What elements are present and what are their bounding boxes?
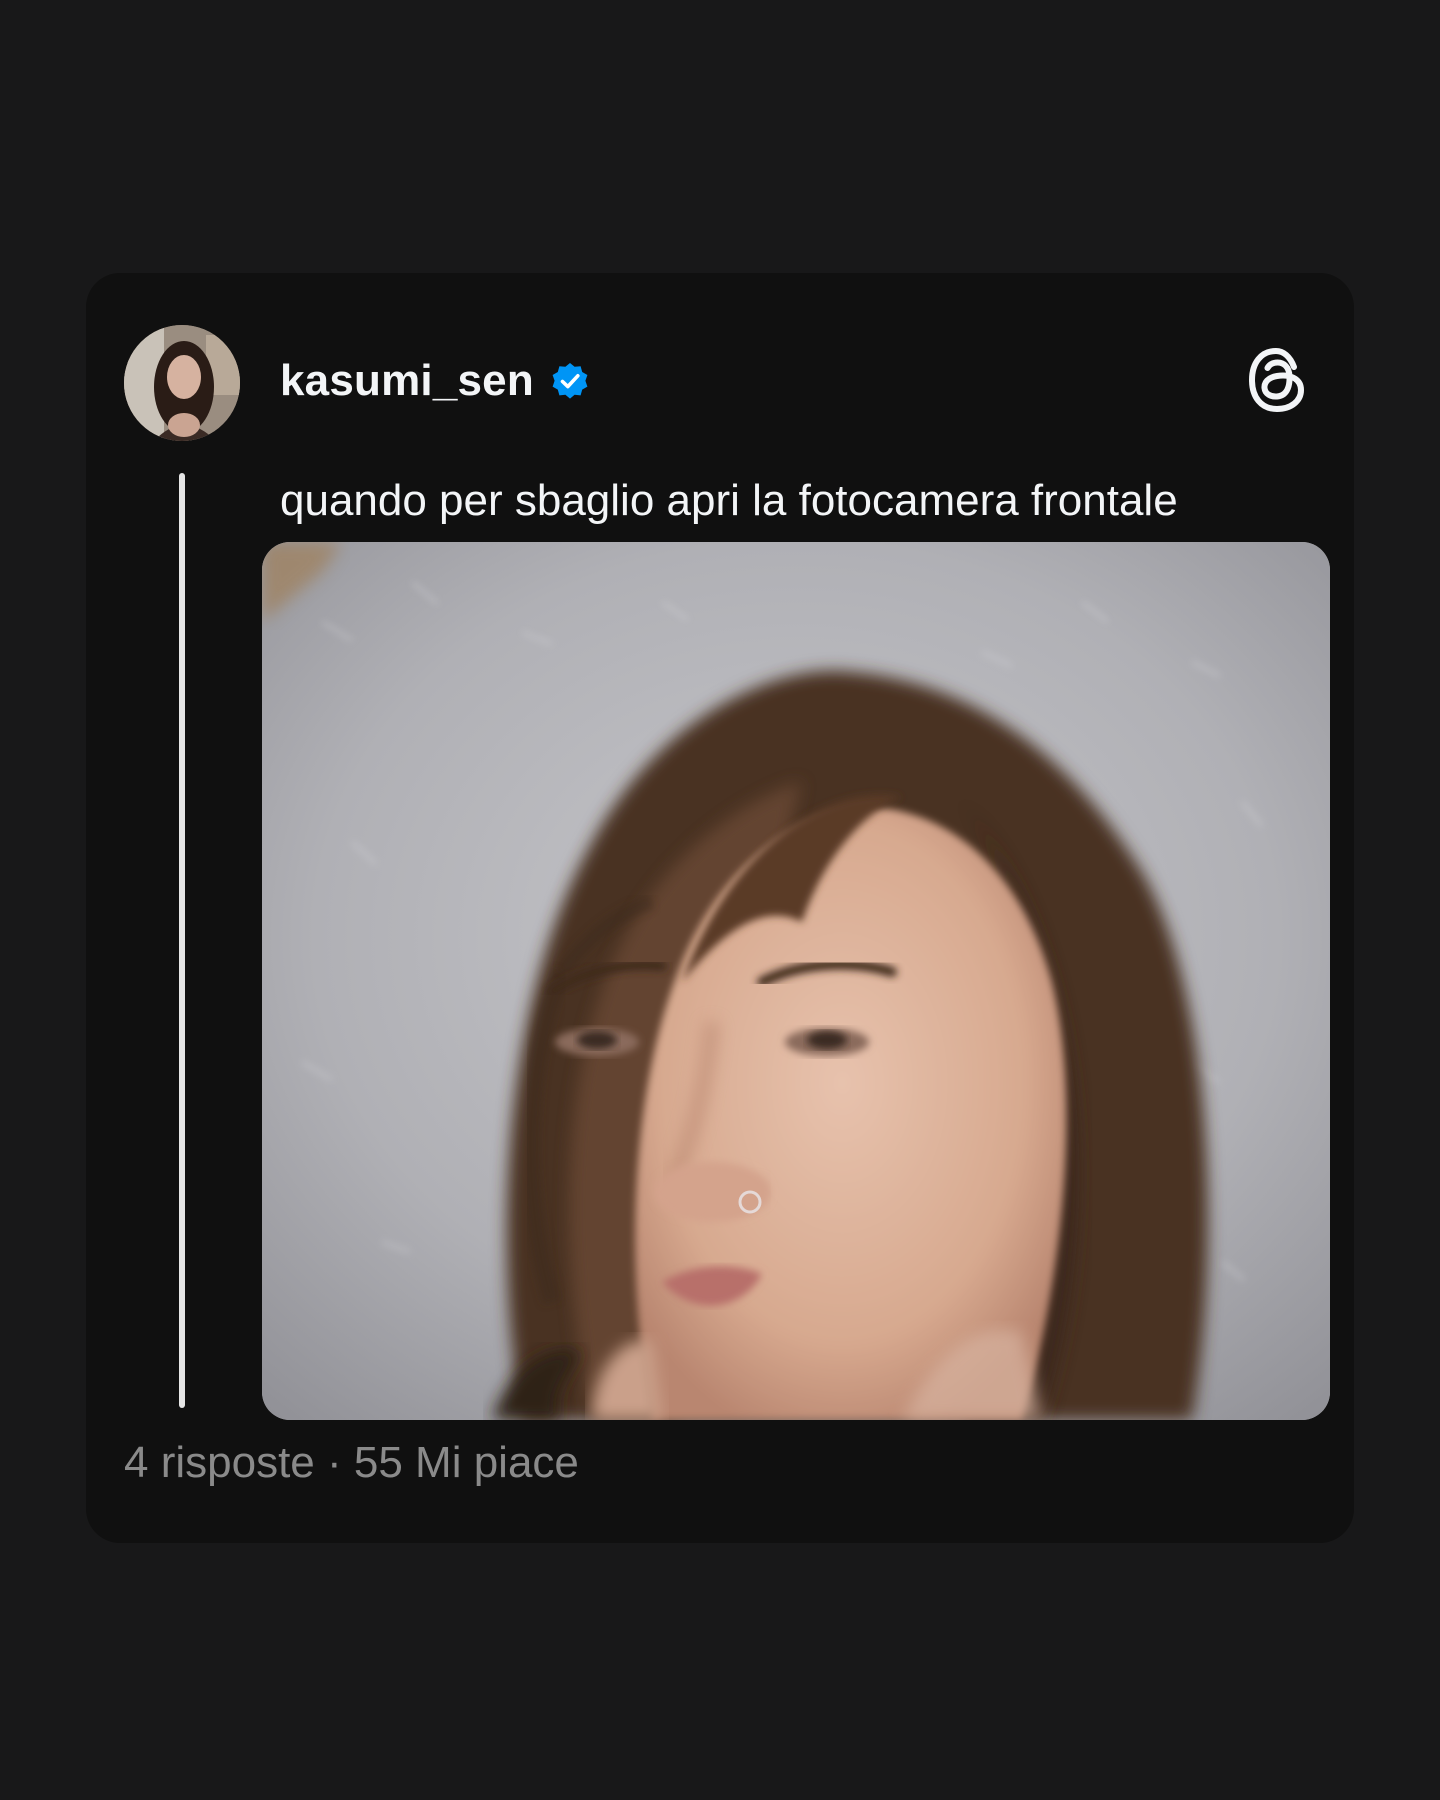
post-text: quando per sbaglio apri la fotocamera fr… <box>280 476 1178 525</box>
replies-count[interactable]: 4 risposte <box>124 1438 315 1487</box>
username[interactable]: kasumi_sen <box>280 356 534 406</box>
post-stats: 4 risposte · 55 Mi piace <box>124 1435 579 1491</box>
stats-separator: · <box>327 1438 342 1487</box>
likes-count[interactable]: 55 Mi piace <box>354 1438 579 1487</box>
post-card[interactable]: kasumi_sen quando per sbaglio apri la fo… <box>86 273 1354 1543</box>
verified-badge-icon <box>552 363 588 399</box>
post-image[interactable] <box>262 542 1330 1420</box>
threads-logo-icon[interactable] <box>1244 345 1310 415</box>
author-row: kasumi_sen <box>280 353 590 409</box>
selfie-photo <box>262 542 1330 1420</box>
thread-line <box>179 473 185 1408</box>
avatar-image <box>124 325 240 441</box>
avatar[interactable] <box>124 325 240 441</box>
